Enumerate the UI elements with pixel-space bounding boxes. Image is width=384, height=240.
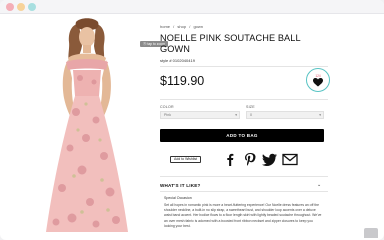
style-number: style # 0102040419 (160, 58, 195, 63)
divider (160, 191, 328, 192)
breadcrumb-gown-link[interactable]: gown (193, 24, 203, 29)
chevron-down-icon: ▾ (319, 113, 321, 117)
browser-window: ⓠ tap to zoom home / shop / gown NOELLE … (0, 0, 384, 240)
product-title: NOELLE PINK SOUTACHE BALL GOWN (160, 33, 301, 54)
pinterest-icon[interactable] (242, 152, 258, 166)
breadcrumb-separator: / (173, 24, 175, 29)
color-label: COLOR (160, 105, 174, 109)
size-label: SIZE (246, 105, 255, 109)
breadcrumb: home / shop / gown (160, 24, 205, 29)
product-description: Set all hopes in romantic pink is more a… (164, 203, 322, 228)
whats-it-like-accordion-header[interactable]: WHAT'S IT LIKE? (160, 183, 201, 188)
size-select[interactable]: 0 ▾ (246, 111, 324, 119)
breadcrumb-home-link[interactable]: home (160, 24, 170, 29)
product-price: $119.90 (160, 74, 205, 88)
product-image[interactable]: ⓠ tap to zoom (16, 16, 169, 238)
divider (160, 99, 328, 100)
chat-widget-button[interactable] (364, 228, 378, 238)
size-select-value: 0 (250, 113, 252, 117)
favorite-button[interactable]: 124 (306, 68, 330, 92)
email-icon[interactable] (282, 152, 298, 166)
breadcrumb-shop-link[interactable]: shop (177, 24, 186, 29)
color-select[interactable]: Pink ▾ (160, 111, 240, 119)
occasion-subtitle: Special Occasion (164, 196, 192, 200)
heart-icon (313, 78, 323, 87)
maximize-window-button[interactable] (28, 3, 36, 11)
close-window-button[interactable] (6, 3, 14, 11)
breadcrumb-separator: / (189, 24, 191, 29)
facebook-icon[interactable] (222, 152, 238, 166)
divider (160, 176, 328, 177)
chevron-down-icon: ▾ (235, 113, 237, 117)
gown-illustration (46, 18, 128, 232)
add-to-wishlist-button[interactable]: Add to Wishlist (170, 156, 202, 163)
minimize-window-button[interactable] (17, 3, 25, 11)
color-select-value: Pink (164, 113, 171, 117)
divider (160, 66, 328, 67)
twitter-icon[interactable] (262, 152, 278, 166)
window-titlebar (0, 0, 384, 14)
add-to-bag-button[interactable]: ADD TO BAG (160, 129, 324, 142)
chevron-down-icon[interactable]: ⌄ (317, 182, 321, 188)
